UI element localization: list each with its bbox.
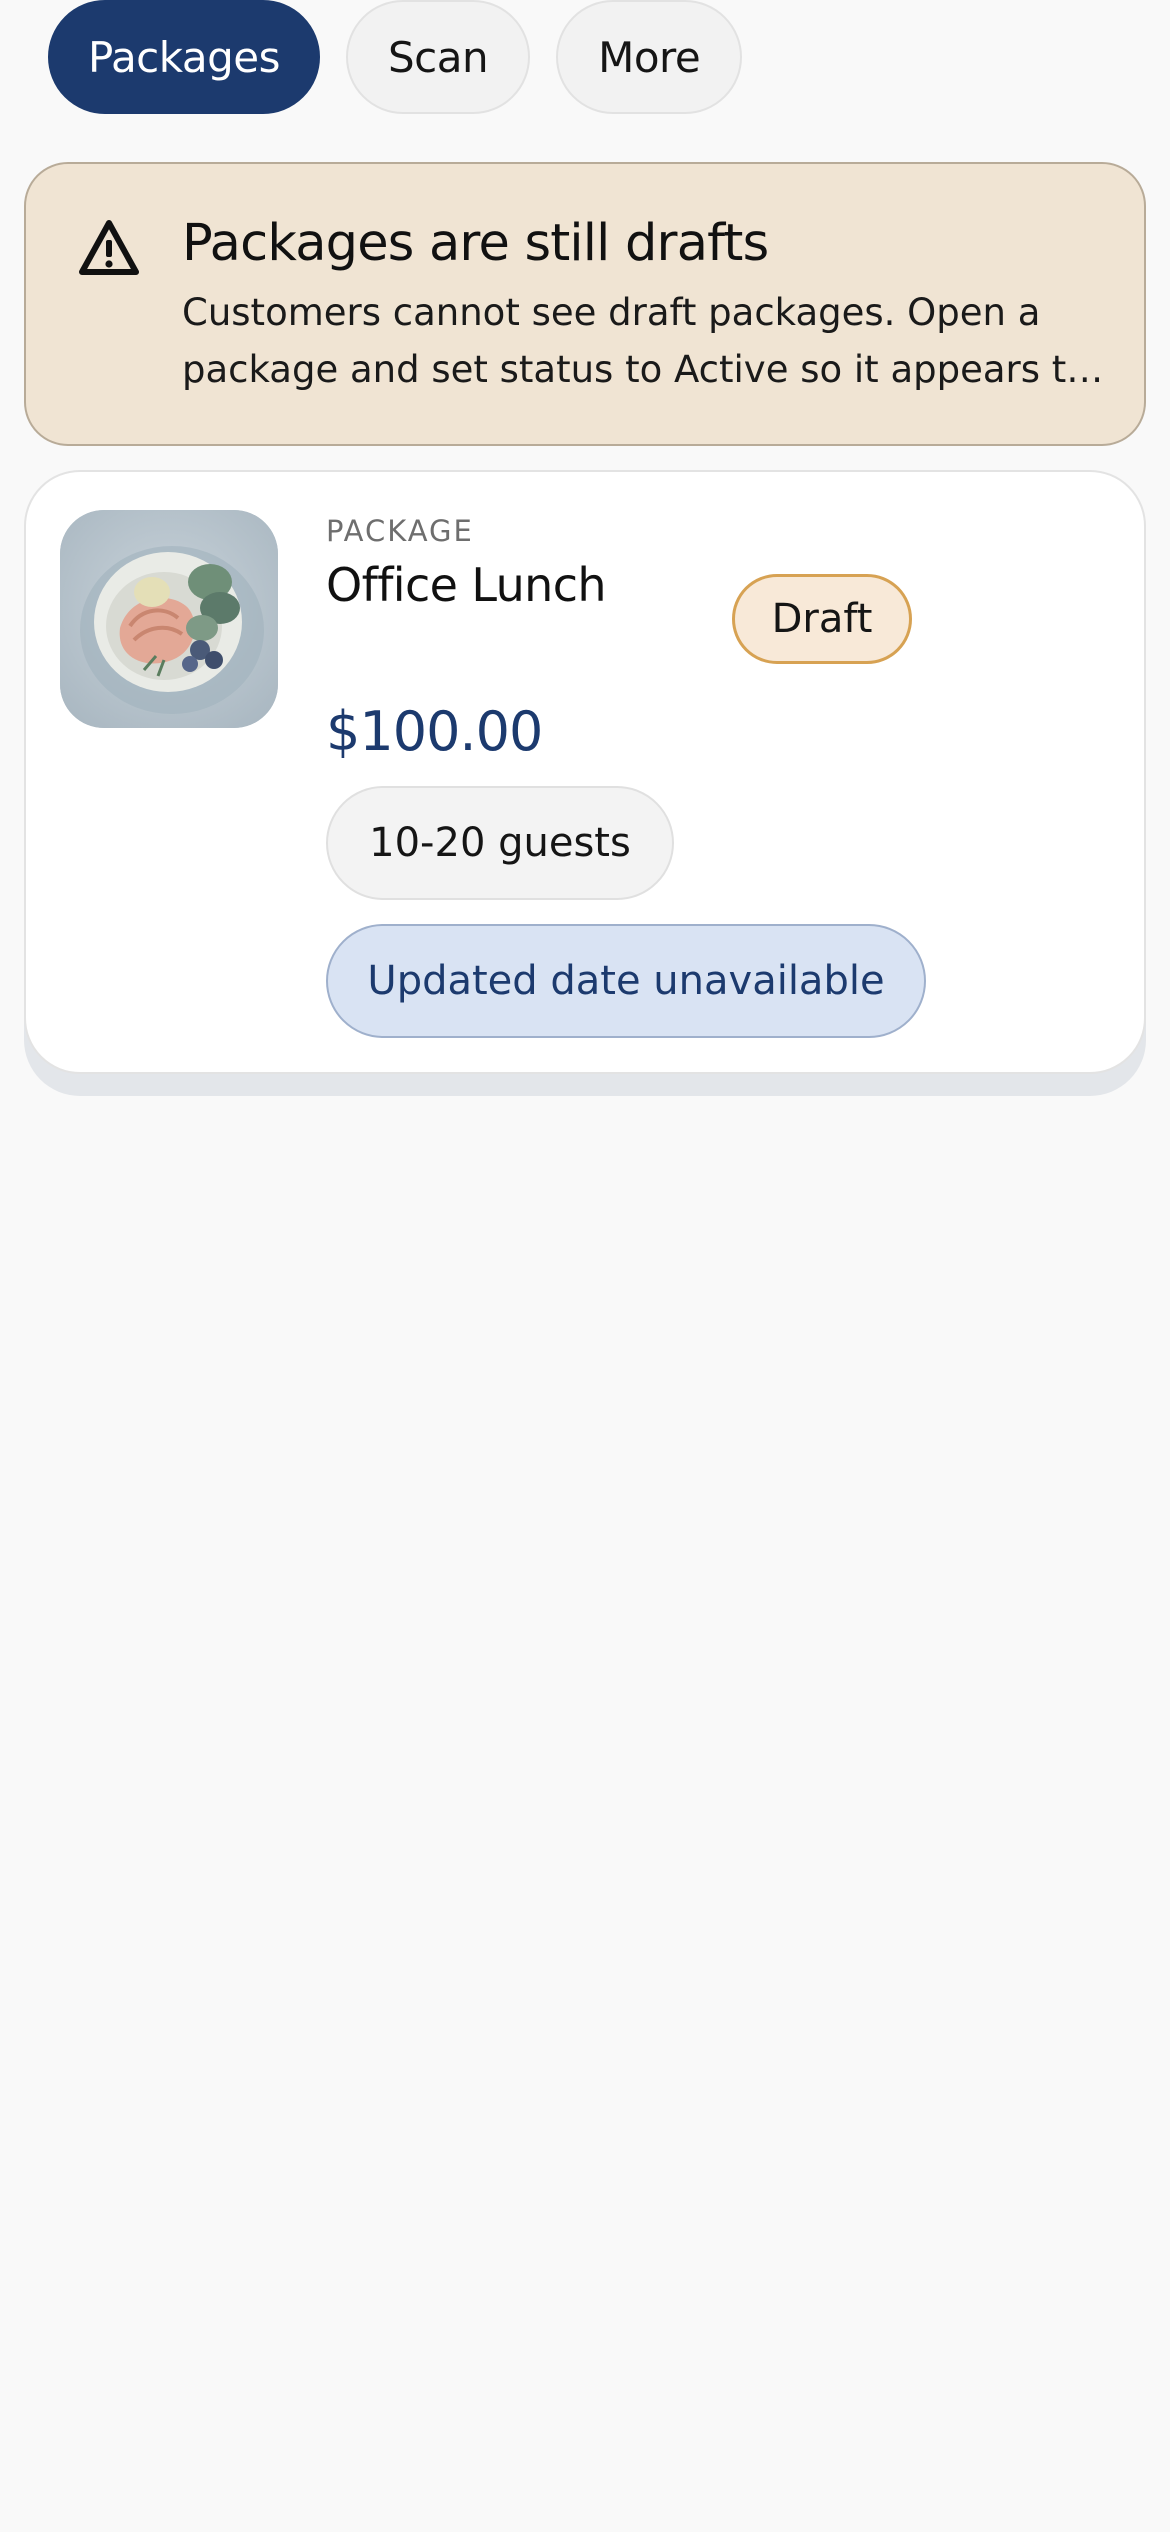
draft-warning-banner: Packages are still drafts Customers cann… [24,162,1146,446]
guest-count-chip: 10-20 guests [326,786,674,900]
tab-packages[interactable]: Packages [48,0,320,114]
warning-triangle-icon [79,220,139,275]
tab-more[interactable]: More [556,0,743,114]
top-tabs: Packages Scan More [48,0,743,114]
package-name: Office Lunch [326,558,607,612]
updated-date-pill: Updated date unavailable [326,924,926,1038]
package-price: $100.00 [326,700,543,763]
food-plate-image [60,510,278,728]
status-badge: Draft [732,574,912,664]
package-card[interactable]: PACKAGE Office Lunch Draft $100.00 10-20… [24,470,1146,1074]
banner-message: Customers cannot see draft packages. Ope… [182,291,1089,391]
tab-scan[interactable]: Scan [345,0,531,114]
card-eyebrow: PACKAGE [326,514,474,548]
package-thumbnail [60,510,278,728]
banner-title: Packages are still drafts [182,214,769,273]
